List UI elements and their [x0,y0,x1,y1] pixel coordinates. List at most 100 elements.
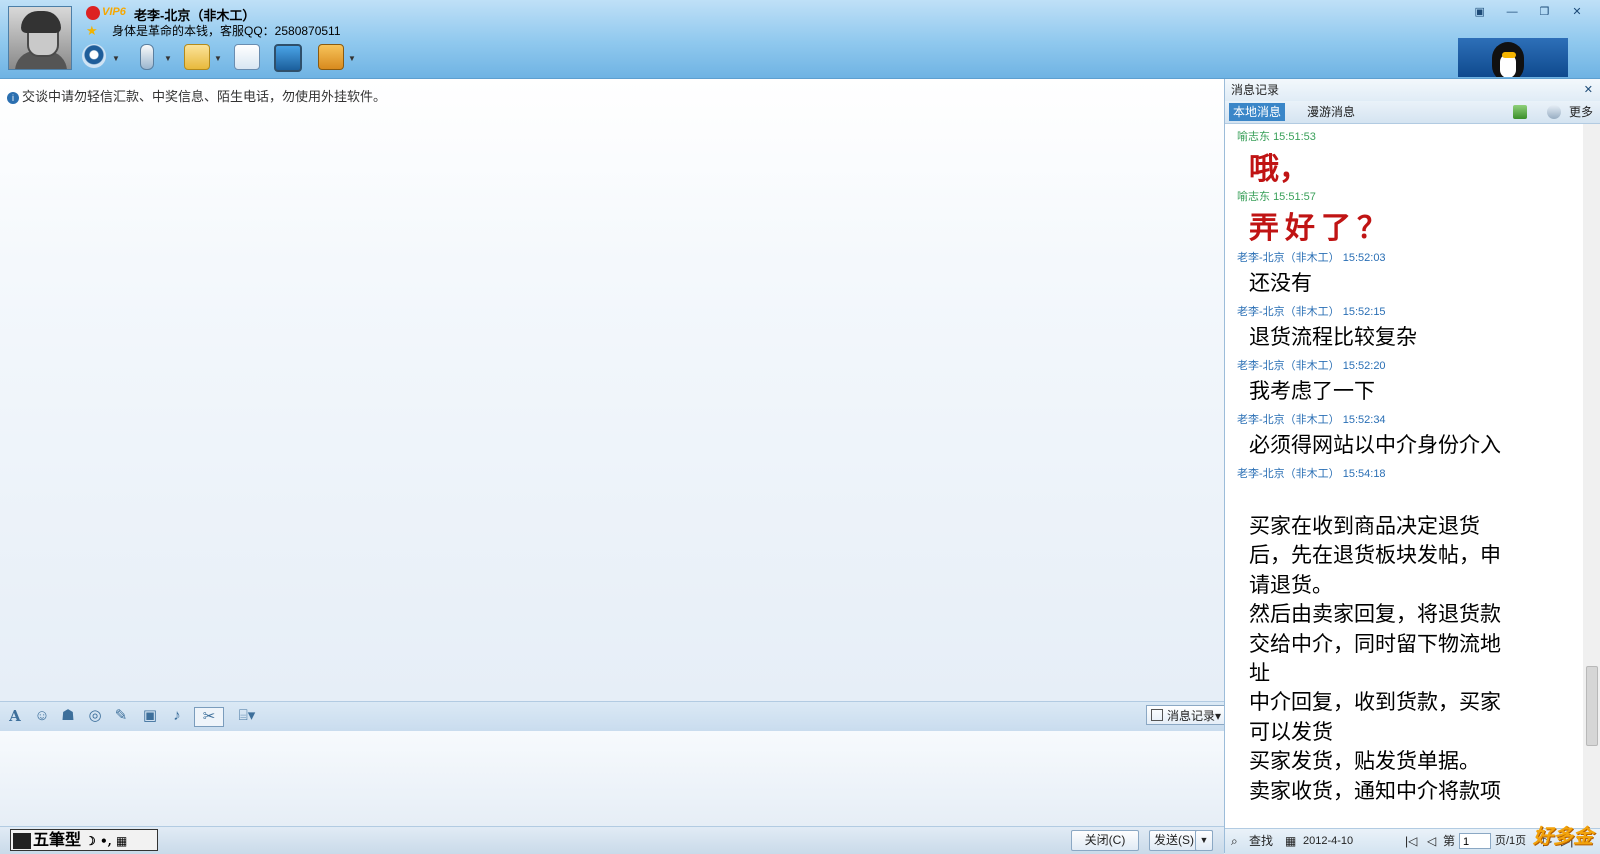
maximize-button[interactable]: ❐ [1534,5,1556,19]
message-text: 必须得网站以中介身份介入 [1249,433,1501,457]
message-line: 交给中介，同时留下物流地 [1249,631,1501,656]
send-label: 发送(S) [1154,833,1194,847]
remote-desktop-button[interactable] [272,42,302,72]
history-panel-title: 消息记录 [1231,83,1280,97]
message-history-button[interactable]: 消息记录▾ [1146,705,1226,725]
shake-icon[interactable]: ◎ [86,707,104,725]
message-time: 15:52:20 [1342,360,1386,372]
message-line: 请退货。 [1249,572,1333,597]
image-icon[interactable]: ▣ [141,707,159,725]
magic-face-icon[interactable]: ☗ [59,707,77,725]
ime-options-icon[interactable]: ☽ •, ▦ [85,834,127,848]
star-icon: ★ [86,23,98,38]
message-sender: 老李-北京（非木工） [1237,360,1340,372]
first-page-icon[interactable]: |◁ [1405,829,1417,853]
clock-icon [1151,709,1163,721]
history-date[interactable]: 2012-4-10 [1303,829,1353,853]
message-line: 然后由卖家回复，将退货款 [1249,602,1501,627]
qq-penguin-banner [1458,38,1568,77]
message-meta: 老李-北京（非木工） 15:52:15 [1237,303,1386,319]
site-watermark: 好多金 [1533,826,1593,848]
create-discussion-button[interactable] [232,42,262,72]
message-sender: 老李-北京（非木工） [1237,468,1340,480]
scrollbar-thumb[interactable] [1586,666,1598,746]
close-button[interactable]: 关闭(C) [1071,830,1139,851]
message-time: 15:52:34 [1342,414,1386,426]
webcam-icon [82,44,106,68]
screenshot-icon[interactable]: ✂ [194,707,224,727]
title-bar: VIP6 老李-北京（非木工） ★ 身体是革命的本钱，客服QQ：25808705… [0,0,1600,79]
message-line: 后，先在退货板块发帖，申 [1249,543,1501,568]
calendar-icon[interactable]: ▦ [1285,829,1296,853]
export-icon[interactable] [1513,105,1527,119]
font-icon[interactable]: A [6,707,24,725]
search-button[interactable]: 查找 [1249,829,1273,853]
minimize-button[interactable]: — [1501,5,1523,19]
gift-icon[interactable]: ⌸▾ [234,707,260,725]
history-tabs: 本地消息 漫游消息 更多 [1225,101,1600,124]
bottom-bar: 五筆型 ☽ •, ▦ 关闭(C) 发送(S) ▼ [0,826,1224,854]
message-meta: 喻志东 15:51:57 [1237,188,1316,204]
message-meta: 老李-北京（非木工） 15:52:03 [1237,249,1386,265]
message-line: 可以发货 [1249,719,1333,744]
message-sender: 老李-北京（非木工） [1237,252,1340,264]
search-icon[interactable]: ⌕ [1231,829,1238,853]
message-time: 15:52:15 [1342,306,1386,318]
monitor-icon [274,44,302,72]
message-text: 弄好了？ [1249,211,1393,246]
message-time: 15:52:03 [1342,252,1386,264]
prev-page-icon[interactable]: ◁ [1427,829,1436,853]
message-time: 15:51:53 [1273,131,1316,143]
close-window-button[interactable]: ✕ [1566,5,1588,19]
message-sender: 喻志东 [1237,131,1270,143]
doodle-icon[interactable]: ✎ [112,707,130,725]
skin-button[interactable]: ▣ [1469,5,1491,19]
video-call-button[interactable]: ▼ [80,42,120,72]
message-sender: 喻志东 [1237,191,1270,203]
contact-avatar[interactable] [8,6,72,70]
history-panel-close-button[interactable]: ✕ [1584,79,1593,101]
message-line: 买家发货，贴发货单据。 [1249,749,1480,774]
ime-status-bar[interactable]: 五筆型 ☽ •, ▦ [10,829,158,851]
message-time: 15:51:57 [1273,191,1316,203]
history-message-list[interactable]: 喻志东 15:51:53 哦， 喻志东 15:51:57 弄好了？ 老李-北京（… [1225,124,1583,828]
avatar-hair [21,11,61,33]
contact-signature: 身体是革命的本钱，客服QQ：2580870511 [112,24,341,38]
message-sender: 老李-北京（非木工） [1237,414,1340,426]
message-line: 址 [1249,661,1270,686]
message-meta: 喻志东 15:51:53 [1237,128,1316,144]
qq-status-icon [86,6,100,20]
message-input[interactable] [0,731,1224,826]
vip-badge: VIP6 [102,6,126,18]
apps-button[interactable]: ▼ [316,42,356,72]
chat-add-icon [234,44,260,70]
app-box-icon [318,44,344,70]
speaker-icon[interactable] [1547,105,1561,119]
chevron-down-icon: ▼ [348,54,356,63]
message-history-label: 消息记录 [1167,709,1216,723]
info-icon: i [7,91,19,104]
chevron-down-icon: ▼ [164,54,172,63]
message-meta: 老李-北京（非木工） 15:54:18 [1237,465,1386,481]
send-file-button[interactable]: ▼ [182,42,222,72]
ime-logo-icon [13,832,31,849]
message-line: 买家在收到商品决定退货 [1249,514,1480,538]
tab-roaming-messages[interactable]: 漫游消息 [1303,103,1359,121]
message-text: 退货流程比较复杂 [1249,325,1417,349]
message-text: 哦， [1249,152,1309,187]
more-button[interactable]: 更多 [1569,103,1593,121]
chat-message-area[interactable]: i 交谈中请勿轻信汇款、中奖信息、陌生电话，勿使用外挂软件。 [0,79,1224,701]
microphone-icon [140,44,154,70]
security-warning-text: 交谈中请勿轻信汇款、中奖信息、陌生电话，勿使用外挂软件。 [22,89,387,104]
input-toolbar: A ☺ ☗ ◎ ✎ ▣ ♪ ✂ ⌸▾ 消息记录▾ [0,701,1226,732]
page-prefix: 第 [1443,834,1456,848]
send-options-dropdown[interactable]: ▼ [1195,830,1213,851]
message-text: 我考虑了一下 [1249,379,1375,403]
history-panel-header: 消息记录 ✕ [1225,79,1600,101]
history-scrollbar[interactable] [1583,124,1600,828]
voice-call-button[interactable]: ▼ [132,42,172,72]
window-controls: ▣ — ❐ ✕ [1463,2,1588,20]
music-icon[interactable]: ♪ [168,707,186,725]
emoji-icon[interactable]: ☺ [33,707,51,725]
tab-local-messages[interactable]: 本地消息 [1229,103,1286,121]
